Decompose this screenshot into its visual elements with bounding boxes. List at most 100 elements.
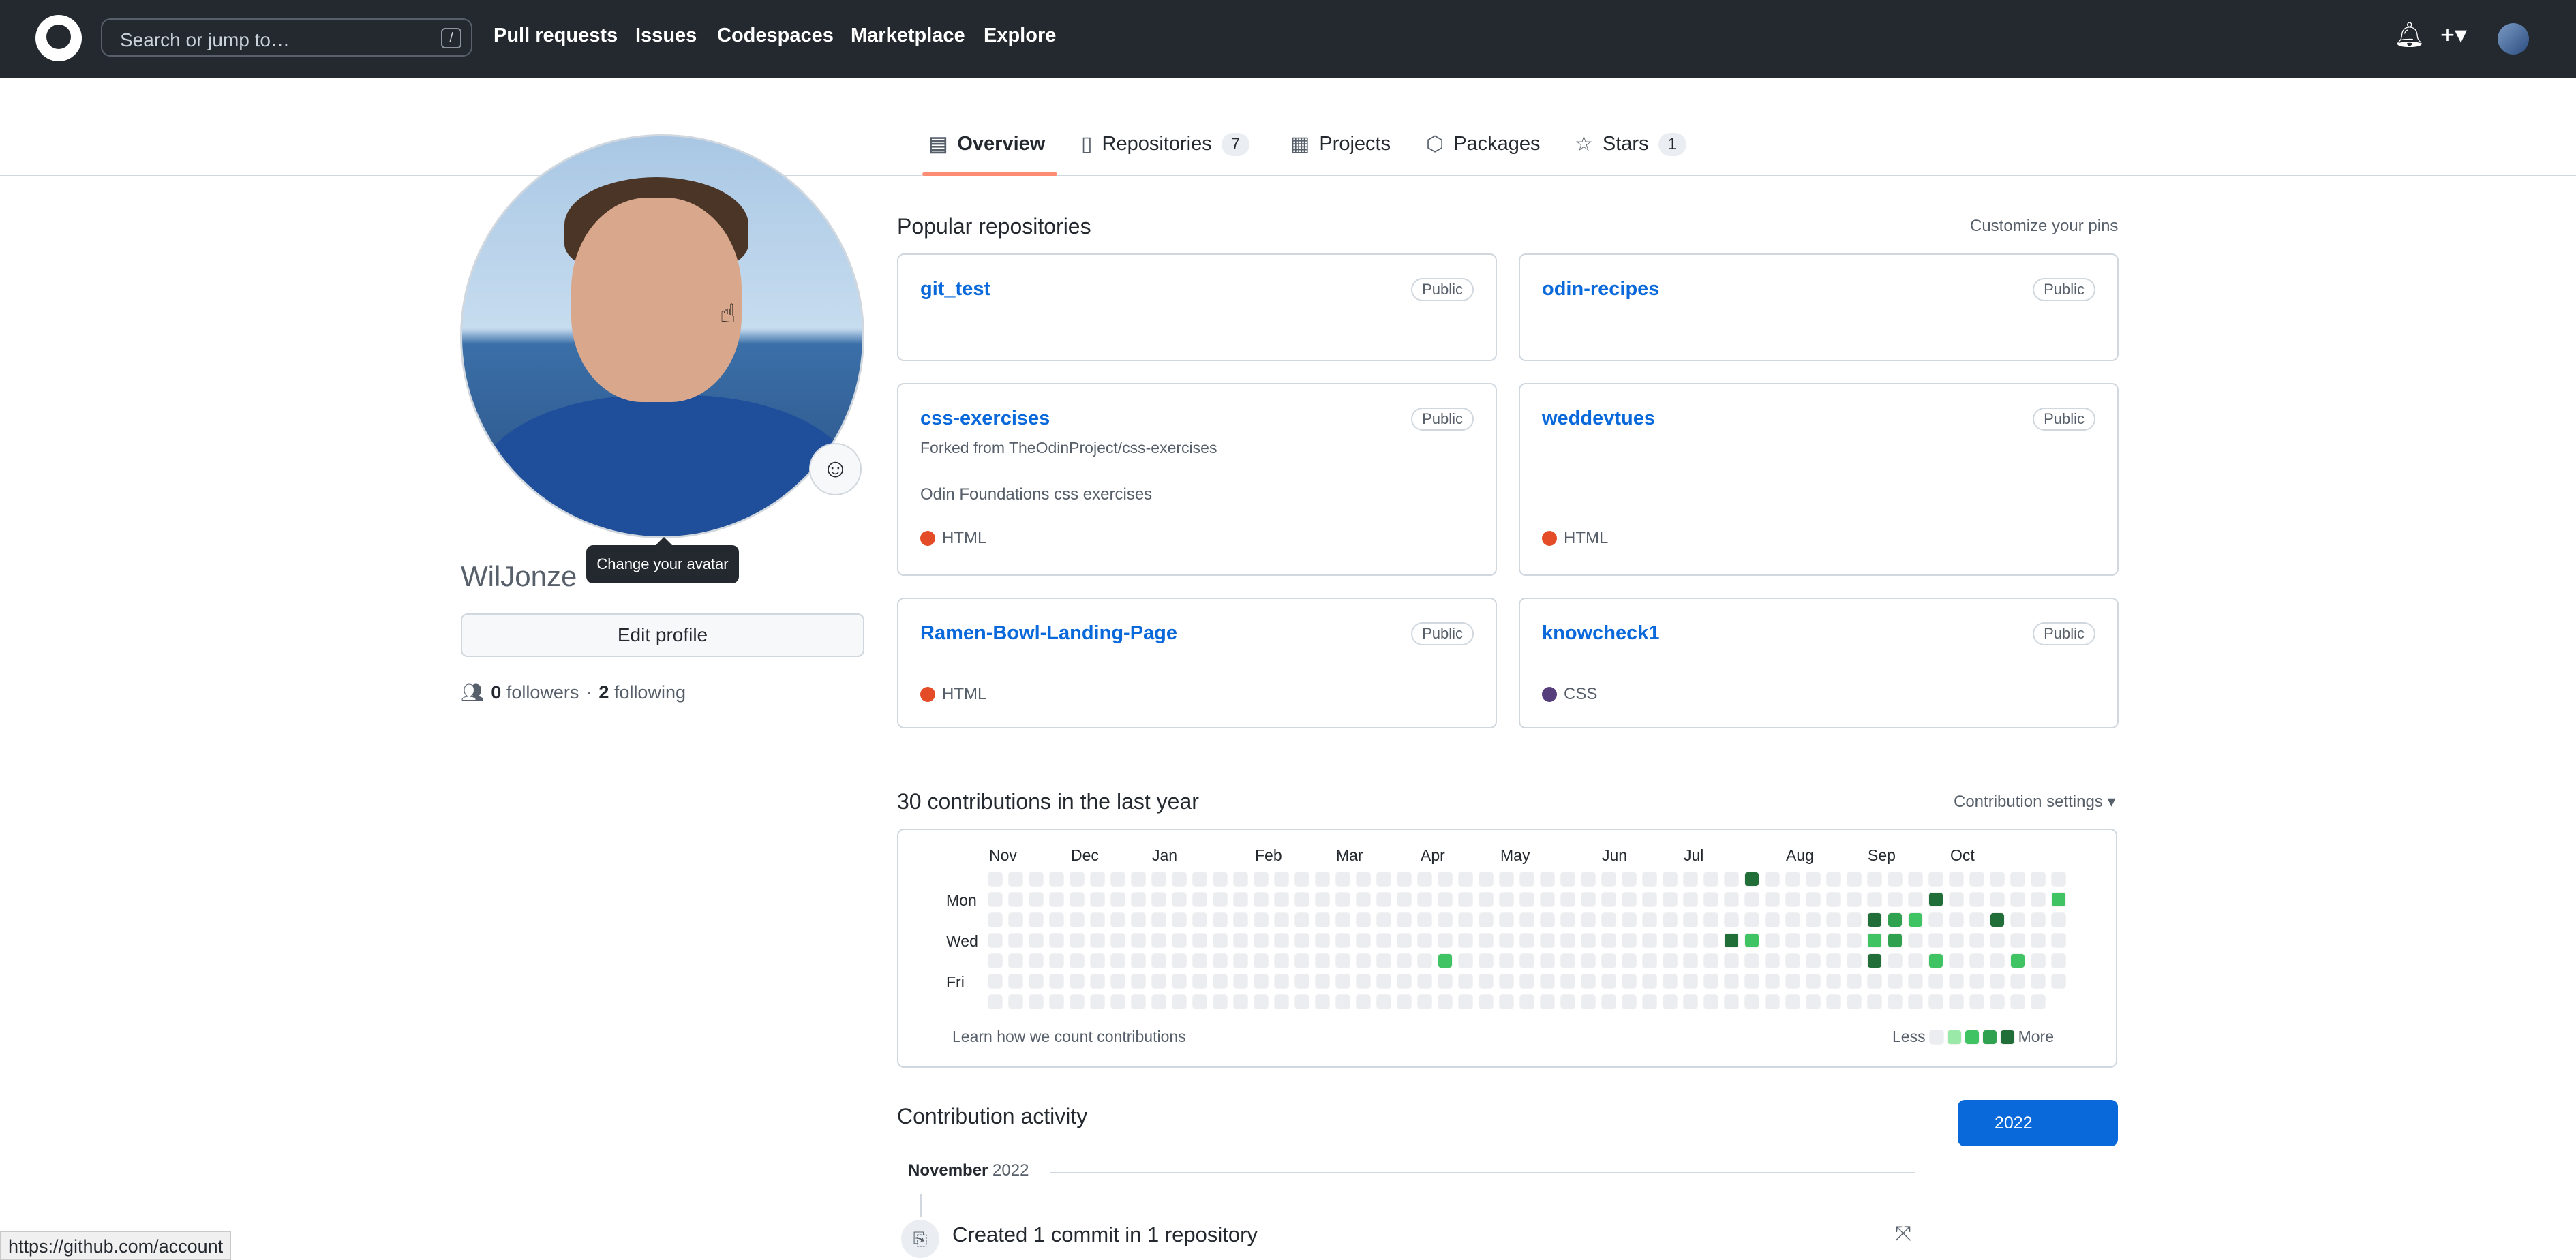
contribution-cell[interactable]	[1560, 974, 1575, 989]
contribution-cell[interactable]	[1724, 933, 1739, 948]
contribution-cell[interactable]	[1376, 974, 1391, 989]
contribution-cell[interactable]	[1438, 974, 1453, 989]
contribution-cell[interactable]	[1540, 953, 1555, 968]
contribution-cell[interactable]	[1335, 872, 1350, 887]
repo-name-link[interactable]: git_test	[920, 278, 990, 301]
contribution-cell[interactable]	[1703, 872, 1718, 887]
repo-name-link[interactable]: weddevtues	[1542, 408, 1655, 430]
contribution-cell[interactable]	[1049, 994, 1064, 1009]
repo-name-link[interactable]: odin-recipes	[1542, 278, 1659, 301]
contribution-cell[interactable]	[1008, 892, 1023, 907]
contribution-cell[interactable]	[1192, 872, 1207, 887]
contribution-cell[interactable]	[1335, 953, 1350, 968]
contribution-cell[interactable]	[2031, 994, 2046, 1009]
contribution-cell[interactable]	[1949, 953, 1964, 968]
contribution-cell[interactable]	[1110, 872, 1125, 887]
contribution-cell[interactable]	[1192, 912, 1207, 927]
contribution-cell[interactable]	[1356, 892, 1371, 907]
contribution-cell[interactable]	[1397, 892, 1412, 907]
contribution-cell[interactable]	[1744, 994, 1759, 1009]
contribution-cell[interactable]	[1090, 994, 1105, 1009]
contribution-cell[interactable]	[1969, 912, 1984, 927]
contribution-cell[interactable]	[1294, 892, 1309, 907]
contribution-cell[interactable]	[1070, 892, 1085, 907]
contribution-cell[interactable]	[1806, 953, 1821, 968]
contribution-cell[interactable]	[1417, 912, 1432, 927]
contribution-cell[interactable]	[1274, 994, 1289, 1009]
contribution-cell[interactable]	[1335, 912, 1350, 927]
contribution-cell[interactable]	[1581, 912, 1596, 927]
contribution-cell[interactable]	[1581, 933, 1596, 948]
contribution-cell[interactable]	[1888, 892, 1903, 907]
contribution-cell[interactable]	[1274, 933, 1289, 948]
contribution-cell[interactable]	[2051, 974, 2066, 989]
contribution-cell[interactable]	[1499, 953, 1514, 968]
contribution-cell[interactable]	[1029, 912, 1044, 927]
contribution-cell[interactable]	[2051, 872, 2066, 887]
contribution-cell[interactable]	[1213, 953, 1228, 968]
contribution-cell[interactable]	[1663, 994, 1678, 1009]
contribution-cell[interactable]	[1642, 953, 1657, 968]
contribution-cell[interactable]	[1540, 912, 1555, 927]
contribution-cell[interactable]	[1458, 953, 1473, 968]
contribution-cell[interactable]	[1642, 994, 1657, 1009]
contribution-settings-dropdown[interactable]: Contribution settings ▾	[1954, 792, 2116, 812]
contribution-cell[interactable]	[1376, 953, 1391, 968]
contribution-cell[interactable]	[1274, 974, 1289, 989]
contribution-cell[interactable]	[1622, 912, 1637, 927]
contribution-cell[interactable]	[1417, 974, 1432, 989]
contribution-cell[interactable]	[1315, 933, 1330, 948]
contribution-cell[interactable]	[1233, 872, 1248, 887]
contribution-cell[interactable]	[988, 872, 1003, 887]
contribution-cell[interactable]	[1888, 953, 1903, 968]
contribution-cell[interactable]	[1949, 933, 1964, 948]
contribution-cell[interactable]	[1601, 974, 1616, 989]
contribution-cell[interactable]	[988, 912, 1003, 927]
contribution-cell[interactable]	[1499, 933, 1514, 948]
contribution-cell[interactable]	[1867, 953, 1882, 968]
contribution-cell[interactable]	[1479, 974, 1494, 989]
contribution-cell[interactable]	[1070, 872, 1085, 887]
contribution-cell[interactable]	[1540, 872, 1555, 887]
contribution-cell[interactable]	[1192, 953, 1207, 968]
contribution-cell[interactable]	[1315, 872, 1330, 887]
contribution-cell[interactable]	[1622, 953, 1637, 968]
contribution-cell[interactable]	[1622, 892, 1637, 907]
contribution-cell[interactable]	[1254, 912, 1269, 927]
contribution-cell[interactable]	[1990, 872, 2005, 887]
contribution-cell[interactable]	[1785, 912, 1800, 927]
contribution-cell[interactable]	[1356, 912, 1371, 927]
contribution-cell[interactable]	[1847, 933, 1862, 948]
contribution-cell[interactable]	[1806, 872, 1821, 887]
contribution-cell[interactable]	[1867, 892, 1882, 907]
contribution-cell[interactable]	[1826, 974, 1841, 989]
contribution-cell[interactable]	[1131, 872, 1146, 887]
contribution-cell[interactable]	[1049, 953, 1064, 968]
contribution-cell[interactable]	[1724, 953, 1739, 968]
contribution-cell[interactable]	[2031, 892, 2046, 907]
repo-name-link[interactable]: Ramen-Bowl-Landing-Page	[920, 622, 1177, 645]
year-2022-button[interactable]: 2022	[1958, 1100, 2118, 1146]
contribution-cell[interactable]	[1397, 974, 1412, 989]
contribution-cell[interactable]	[1663, 974, 1678, 989]
contribution-cell[interactable]	[1438, 912, 1453, 927]
contribution-cell[interactable]	[1888, 872, 1903, 887]
contribution-cell[interactable]	[2051, 912, 2066, 927]
contribution-cell[interactable]	[1785, 933, 1800, 948]
contribution-cell[interactable]	[1990, 994, 2005, 1009]
contribution-cell[interactable]	[1785, 953, 1800, 968]
contribution-cell[interactable]	[1070, 953, 1085, 968]
contribution-cell[interactable]	[1356, 994, 1371, 1009]
contribution-cell[interactable]	[1438, 892, 1453, 907]
contribution-cell[interactable]	[1703, 994, 1718, 1009]
contribution-cell[interactable]	[1110, 892, 1125, 907]
contribution-cell[interactable]	[1499, 994, 1514, 1009]
contribution-cell[interactable]	[1192, 933, 1207, 948]
contribution-cell[interactable]	[1397, 953, 1412, 968]
contribution-cell[interactable]	[1172, 994, 1187, 1009]
contribution-cell[interactable]	[1438, 994, 1453, 1009]
contribution-cell[interactable]	[1090, 974, 1105, 989]
contribution-cell[interactable]	[1172, 912, 1187, 927]
contribution-cell[interactable]	[1417, 933, 1432, 948]
contribution-cell[interactable]	[1131, 994, 1146, 1009]
